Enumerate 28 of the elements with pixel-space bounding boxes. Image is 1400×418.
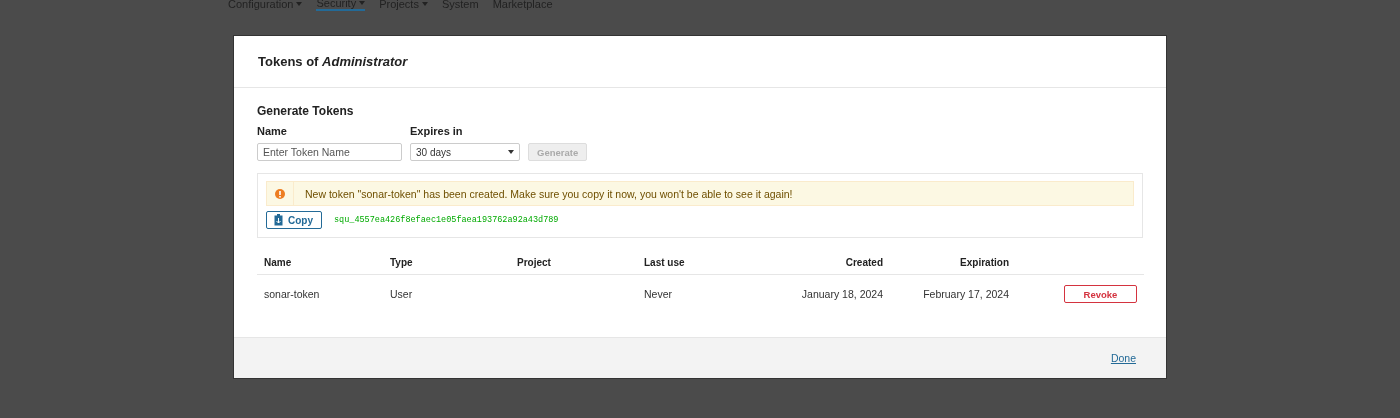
warning-icon (275, 188, 285, 199)
table-cell: User (390, 288, 413, 300)
copy-button[interactable]: Copy (266, 211, 322, 229)
caret-icon (359, 1, 366, 5)
table-cell: January 18, 2024 (801, 288, 883, 300)
done-link[interactable]: Done (1110, 352, 1136, 364)
expires-label: Expires in (410, 125, 464, 137)
token-value: squ_4557ea426f8efaec1e05faea193762a92a43d789 (334, 215, 559, 225)
section-heading: Generate Tokens (257, 104, 355, 118)
column-header: Project (517, 257, 551, 268)
expiry-dropdown[interactable]: 30 days (410, 143, 520, 161)
clipboard-icon (274, 214, 283, 226)
caret-icon (508, 150, 514, 154)
caret-icon (421, 2, 428, 6)
column-header: Name (264, 257, 292, 268)
name-label: Name (257, 125, 288, 137)
alert-message: New token "sonar-token" has been created. Make sure you copy it now, you won't be able to see it again! (304, 187, 793, 200)
column-header: Created (845, 257, 883, 268)
modal-title: Tokens of Administrator (258, 54, 408, 69)
table-cell: Never (644, 288, 672, 300)
revoke-button[interactable]: Revoke (1064, 285, 1137, 303)
column-header: Type (390, 257, 413, 268)
table-cell: February 17, 2024 (923, 288, 1009, 300)
column-header: Expiration (960, 257, 1009, 268)
column-header: Last use (644, 257, 685, 268)
table-cell: sonar-token (264, 288, 320, 300)
token-name-field[interactable]: Enter Token Name (257, 143, 402, 161)
caret-icon (296, 2, 303, 6)
